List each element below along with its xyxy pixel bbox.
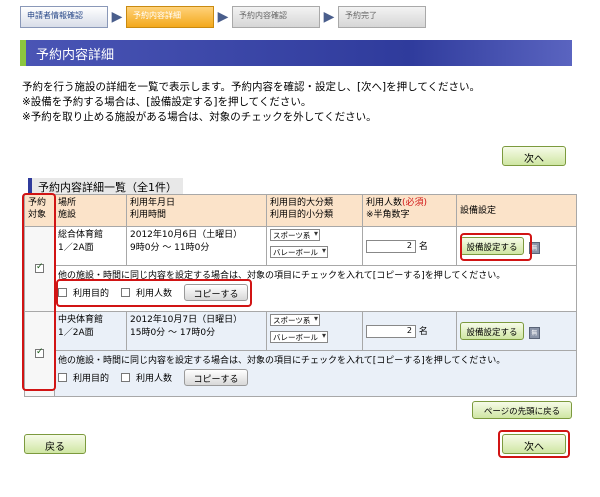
copy-purpose-checkbox[interactable] — [58, 288, 67, 297]
chevron-right-icon: ▶ — [111, 9, 123, 25]
chevron-right-icon: ▶ — [217, 9, 229, 25]
copy-row: 他の施設・時間に同じ内容を設定する場合は、対象の項目にチェックを入れて[コピーす… — [25, 265, 577, 312]
step-reservation-complete: 予約完了 — [338, 6, 426, 28]
people-input[interactable]: 2 — [366, 240, 416, 253]
no-equipment-badge: 無 — [528, 241, 540, 254]
use-date: 2012年10月7日（日曜日） — [130, 315, 243, 325]
copy-note: 他の施設・時間に同じ内容を設定する場合は、対象の項目にチェックを入れて[コピーす… — [58, 356, 506, 366]
page-top-button[interactable]: ページの先頭に戻る — [472, 401, 572, 419]
header-place: 場所 施設 — [54, 194, 127, 227]
step-reservation-detail: 予約内容詳細 — [126, 6, 214, 28]
instruction-line: ※予約を取り止める施設がある場合は、対象のチェックを外してください。 — [22, 111, 377, 123]
target-cell — [24, 226, 55, 312]
copy-note: 他の施設・時間に同じ内容を設定する場合は、対象の項目にチェックを入れて[コピーす… — [58, 271, 506, 281]
target-checkbox[interactable] — [35, 262, 44, 273]
next-button-bottom[interactable]: 次へ — [502, 434, 566, 454]
purpose-major-select[interactable]: スポーツ系 — [270, 229, 320, 241]
copy-people-label: 利用人数 — [136, 289, 173, 299]
purpose-major-select[interactable]: スポーツ系 — [270, 314, 320, 326]
instructions: 予約を行う施設の詳細を一覧で表示します。予約内容を確認・設定し、[次へ]を押して… — [22, 80, 582, 125]
copy-purpose-label: 利用目的 — [73, 374, 110, 384]
use-time: 15時0分 ～ 17時0分 — [130, 328, 216, 338]
chevron-right-icon: ▶ — [323, 9, 335, 25]
copy-people-label: 利用人数 — [136, 374, 173, 384]
purpose-minor-select[interactable]: バレーボール — [270, 246, 328, 258]
table-row: 総合体育館 1／2A面 2012年10月6日（土曜日） 9時0分 ～ 11時0分 ス… — [24, 226, 577, 312]
equipment-setting-button[interactable]: 設備設定する — [460, 237, 524, 255]
step-applicant-confirm: 申請者情報確認 — [20, 6, 108, 28]
target-cell — [24, 311, 55, 397]
instruction-line: ※設備を予約する場合は、[設備設定する]を押してください。 — [22, 96, 312, 108]
instruction-line: 予約を行う施設の詳細を一覧で表示します。予約内容を確認・設定し、[次へ]を押して… — [22, 81, 481, 93]
room-name: 1／2A面 — [58, 243, 94, 253]
step-indicator: 申請者情報確認 ▶ 予約内容詳細 ▶ 予約内容確認 ▶ 予約完了 — [20, 6, 426, 28]
use-time: 9時0分 ～ 11時0分 — [130, 243, 210, 253]
header-people: 利用人数(必須) ※半角数字 — [362, 194, 457, 227]
back-button[interactable]: 戻る — [24, 434, 86, 454]
header-purpose: 利用目的大分類 利用目的小分類 — [266, 194, 363, 227]
copy-row: 他の施設・時間に同じ内容を設定する場合は、対象の項目にチェックを入れて[コピーす… — [25, 350, 577, 397]
no-equipment-badge: 無 — [528, 326, 540, 339]
facility-name: 総合体育館 — [58, 230, 104, 240]
people-unit: 名 — [418, 242, 428, 252]
people-input[interactable]: 2 — [366, 325, 416, 338]
room-name: 1／2A面 — [58, 328, 94, 338]
copy-purpose-checkbox[interactable] — [58, 373, 67, 382]
header-target: 予約 対象 — [24, 194, 55, 227]
copy-people-checkbox[interactable] — [121, 373, 131, 382]
copy-people-checkbox[interactable] — [121, 288, 131, 297]
reservation-table: 予約 対象 場所 施設 利用年月日 利用時間 利用目的大分類 利用目的小分類 利用人数(… — [24, 194, 577, 397]
copy-button[interactable]: コピーする — [184, 369, 249, 386]
purpose-minor-select[interactable]: バレーボール — [270, 331, 328, 343]
step-reservation-confirm: 予約内容確認 — [232, 6, 320, 28]
people-unit: 名 — [418, 327, 428, 337]
header-date: 利用年月日 利用時間 — [126, 194, 267, 227]
target-checkbox[interactable] — [35, 347, 44, 358]
next-button-top[interactable]: 次へ — [502, 146, 566, 166]
copy-purpose-label: 利用目的 — [73, 289, 110, 299]
header-equipment: 設備設定 — [456, 194, 577, 227]
table-row: 中央体育館1／2A面 2012年10月7日（日曜日）15時0分 ～ 17時0分 … — [24, 311, 577, 397]
equipment-setting-button[interactable]: 設備設定する — [460, 322, 524, 340]
facility-name: 中央体育館 — [58, 315, 104, 325]
page-title: 予約内容詳細 — [20, 40, 572, 66]
use-date: 2012年10月6日（土曜日） — [130, 230, 243, 240]
copy-button[interactable]: コピーする — [184, 284, 249, 301]
